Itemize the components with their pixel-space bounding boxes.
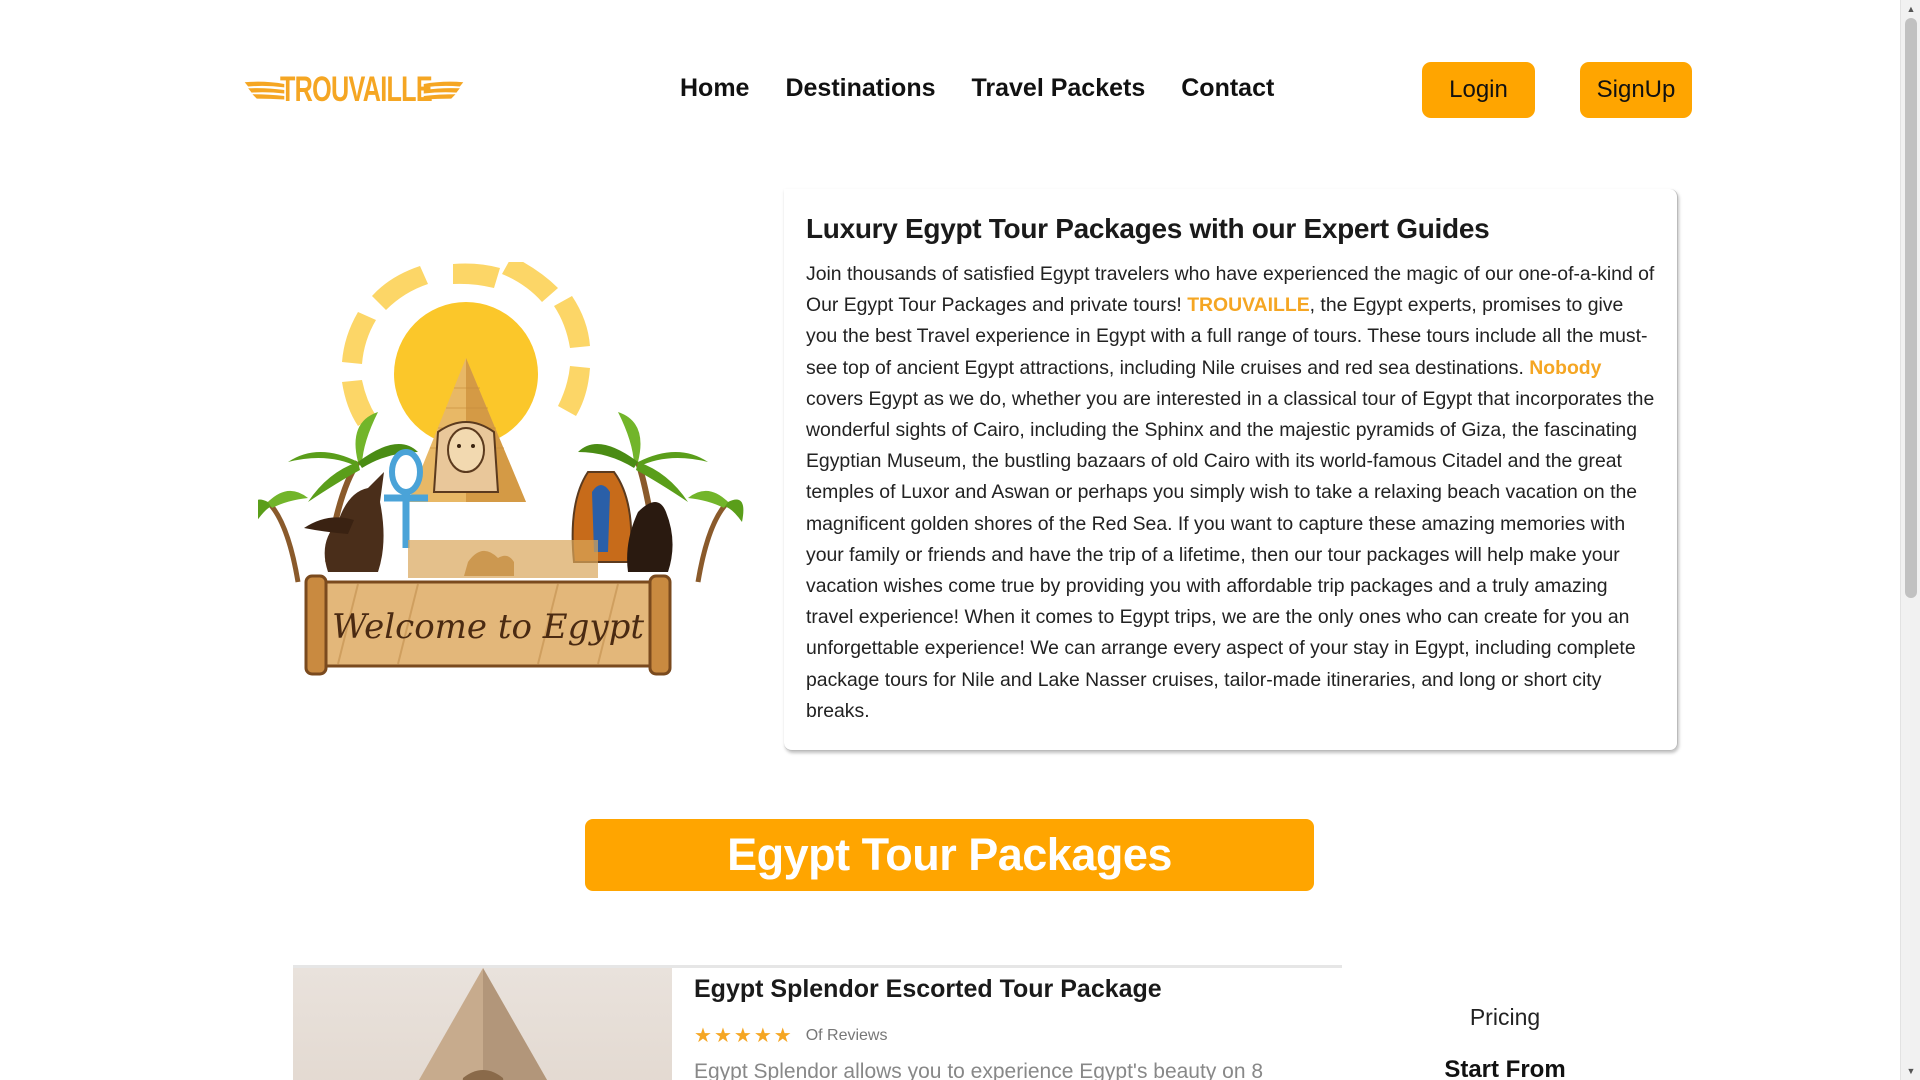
intro-paragraph: Join thousands of satisfied Egypt travel… <box>806 259 1655 727</box>
star-icon: ★ <box>773 1025 792 1047</box>
package-photo[interactable] <box>293 968 672 1080</box>
pyramid-photo <box>419 968 547 1080</box>
package-rating: ★ ★ ★ ★ ★ Of Reviews <box>694 1026 887 1046</box>
nav-destinations[interactable]: Destinations <box>785 74 935 103</box>
scroll-up-icon[interactable]: ▲ <box>1901 0 1920 18</box>
scroll-down-icon[interactable]: ▼ <box>1901 1062 1920 1080</box>
package-description: Egypt Splendor allows you to experience … <box>694 1060 1264 1080</box>
main-nav: Home Destinations Travel Packets Contact <box>680 74 1274 103</box>
intro-text-3: covers Egypt as we do, whether you are i… <box>806 387 1655 722</box>
signup-button[interactable]: SignUp <box>1580 62 1692 118</box>
nav-travel-packets[interactable]: Travel Packets <box>972 74 1146 103</box>
scrollbar-thumb[interactable] <box>1905 18 1917 598</box>
vertical-scrollbar[interactable]: ▲ ▼ <box>1900 0 1920 1080</box>
nav-contact[interactable]: Contact <box>1181 74 1274 103</box>
intro-title: Luxury Egypt Tour Packages with our Expe… <box>806 213 1490 244</box>
pricing-label: Pricing <box>1469 1004 1541 1030</box>
welcome-illustration-text: Welcome to Egypt <box>332 607 644 647</box>
brand-name: TROUVAILLE <box>280 70 433 109</box>
star-icon: ★ <box>694 1025 712 1047</box>
nav-home[interactable]: Home <box>680 74 749 103</box>
intro-highlight-brand: TROUVAILLE <box>1187 294 1310 317</box>
star-icon: ★ <box>733 1025 752 1047</box>
intro-card: Luxury Egypt Tour Packages with our Expe… <box>784 189 1678 751</box>
start-from-label: Start From <box>1444 1056 1566 1080</box>
packages-banner-title: Egypt Tour Packages <box>727 829 1172 880</box>
login-button[interactable]: Login <box>1422 62 1535 118</box>
star-icon: ★ <box>753 1025 772 1047</box>
site-header: TROUVAILLE Home Destinations Travel Pack… <box>0 0 1900 180</box>
welcome-to-egypt-illustration: Welcome to Egypt <box>258 262 744 676</box>
star-icon: ★ <box>713 1025 732 1047</box>
package-title[interactable]: Egypt Splendor Escorted Tour Package <box>694 975 1162 1004</box>
intro-highlight-nobody: Nobody <box>1529 356 1602 379</box>
packages-banner: Egypt Tour Packages <box>585 819 1314 891</box>
package-card[interactable]: Egypt Splendor Escorted Tour Package ★ ★… <box>293 965 1342 1080</box>
site-logo[interactable]: TROUVAILLE <box>243 70 465 110</box>
reviews-count: Of Reviews <box>805 1027 888 1044</box>
